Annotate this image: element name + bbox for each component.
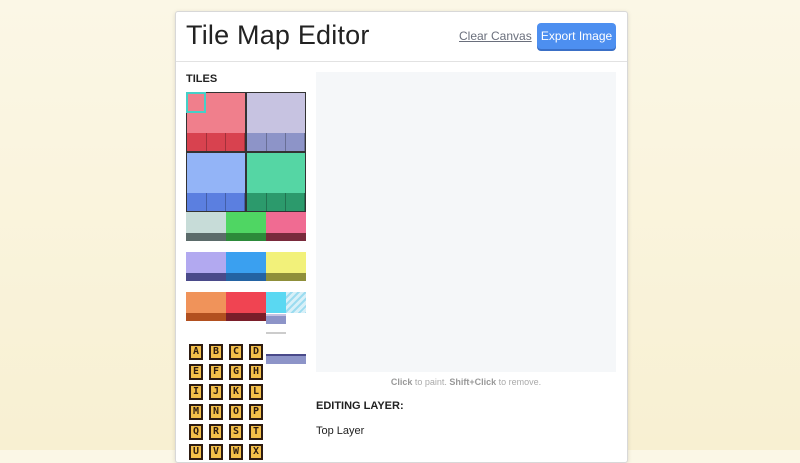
tile-lime[interactable] — [226, 212, 266, 233]
tile-gray[interactable] — [186, 212, 226, 233]
tile-orange-edge — [186, 313, 226, 321]
letter-tile-i[interactable]: I — [189, 384, 203, 400]
letter-tile-o[interactable]: O — [229, 404, 243, 420]
letter-tile-a[interactable]: A — [189, 344, 203, 360]
tile-glass[interactable] — [286, 292, 306, 313]
tile-stone-strip[interactable] — [266, 314, 286, 324]
letter-tile-m[interactable]: M — [189, 404, 203, 420]
page-title: Tile Map Editor — [186, 20, 370, 50]
tile-crimson[interactable] — [226, 292, 266, 313]
editor-card: Tile Map Editor Clear Canvas Export Imag… — [175, 11, 628, 463]
tile-lime-edge — [226, 233, 266, 241]
letter-tile-f[interactable]: F — [209, 364, 223, 380]
tiles-heading: TILES — [186, 73, 218, 85]
letter-tile-x[interactable]: X — [249, 444, 263, 460]
hint-click-text: to paint. — [412, 377, 450, 387]
letter-tile-q[interactable]: Q — [189, 424, 203, 440]
tile-selector — [186, 92, 206, 113]
header: Tile Map Editor Clear Canvas Export Imag… — [176, 12, 627, 62]
letter-tile-h[interactable]: H — [249, 364, 263, 380]
editing-layer-heading: EDITING LAYER: — [316, 400, 404, 412]
export-image-button[interactable]: Export Image — [537, 23, 616, 49]
tile-yellow-edge — [266, 273, 306, 281]
tile-ledge[interactable] — [266, 354, 306, 364]
letter-tile-j[interactable]: J — [209, 384, 223, 400]
clear-canvas-link[interactable]: Clear Canvas — [459, 29, 532, 43]
hint-shift-text: to remove. — [496, 377, 542, 387]
tile-cyan[interactable] — [266, 292, 286, 313]
tile-sky-edge — [226, 273, 266, 281]
letter-tile-e[interactable]: E — [189, 364, 203, 380]
letter-tile-k[interactable]: K — [229, 384, 243, 400]
tile-yellow[interactable] — [266, 252, 306, 273]
tile-sky[interactable] — [226, 252, 266, 273]
tile-orange[interactable] — [186, 292, 226, 313]
hint-shift: Shift+Click — [449, 377, 497, 387]
tile-green[interactable] — [246, 152, 306, 212]
letter-tile-b[interactable]: B — [209, 344, 223, 360]
letter-tile-g[interactable]: G — [229, 364, 243, 380]
letter-tile-v[interactable]: V — [209, 444, 223, 460]
tile-lavender[interactable] — [246, 92, 306, 152]
tile-pink-edge — [266, 233, 306, 241]
letter-tile-s[interactable]: S — [229, 424, 243, 440]
tile-violet-edge — [186, 273, 226, 281]
tile-pink[interactable] — [266, 212, 306, 233]
letter-tile-w[interactable]: W — [229, 444, 243, 460]
tile-gray-edge — [186, 233, 226, 241]
letter-tile-r[interactable]: R — [209, 424, 223, 440]
letter-tile-p[interactable]: P — [249, 404, 263, 420]
letter-tile-d[interactable]: D — [249, 344, 263, 360]
letter-tile-n[interactable]: N — [209, 404, 223, 420]
editing-layer-value[interactable]: Top Layer — [316, 425, 364, 437]
map-canvas[interactable] — [316, 72, 616, 372]
tile-blue[interactable] — [186, 152, 246, 212]
letter-tile-c[interactable]: C — [229, 344, 243, 360]
canvas-hint: Click to paint. Shift+Click to remove. — [316, 377, 616, 387]
hint-click: Click — [390, 377, 413, 387]
tile-palette[interactable]: ABCDEFGHIJKLMNOPQRSTUVWXYZ — [186, 92, 306, 462]
tile-thin-line[interactable] — [266, 332, 286, 334]
letter-tile-l[interactable]: L — [249, 384, 263, 400]
tile-crimson-edge — [226, 313, 266, 321]
letter-tile-u[interactable]: U — [189, 444, 203, 460]
letter-tile-t[interactable]: T — [249, 424, 263, 440]
tile-violet[interactable] — [186, 252, 226, 273]
